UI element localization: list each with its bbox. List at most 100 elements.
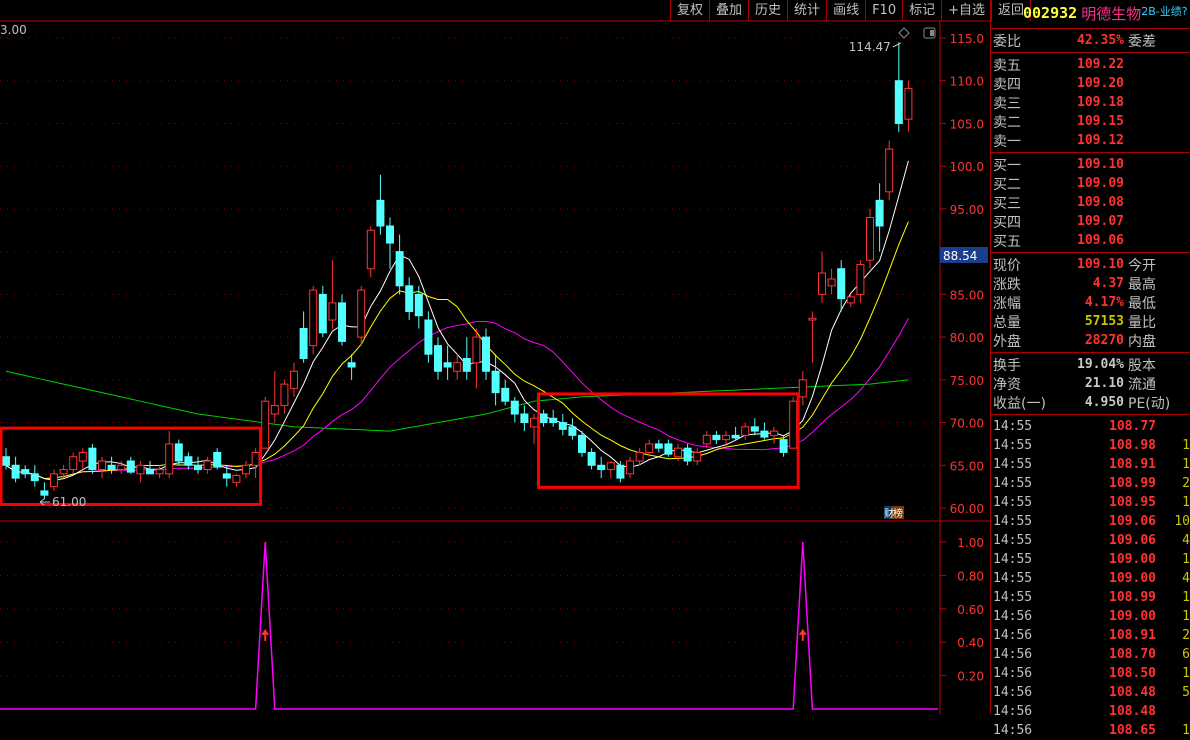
value: 4.950 xyxy=(1084,395,1124,410)
toolbar-button[interactable]: +自选 xyxy=(942,0,993,21)
candle[interactable] xyxy=(664,439,673,457)
candle[interactable] xyxy=(808,311,817,363)
candle[interactable] xyxy=(846,294,855,308)
candle[interactable] xyxy=(376,174,385,235)
candle[interactable] xyxy=(290,362,298,397)
candle[interactable] xyxy=(606,461,615,479)
candle[interactable] xyxy=(453,354,462,380)
candle[interactable] xyxy=(386,217,394,269)
candle[interactable] xyxy=(50,469,58,491)
candle[interactable] xyxy=(510,396,519,423)
toolbar-button[interactable]: F10 xyxy=(866,0,904,21)
candle[interactable] xyxy=(520,405,529,432)
candle[interactable] xyxy=(578,431,586,457)
candle[interactable] xyxy=(318,285,327,338)
candle[interactable] xyxy=(856,260,865,303)
toolbar-button[interactable]: 历史 xyxy=(749,0,789,21)
candle[interactable] xyxy=(405,277,414,320)
candle[interactable] xyxy=(184,452,193,470)
indicator-axis-label: 0.60 xyxy=(957,603,984,617)
candle[interactable] xyxy=(309,285,318,355)
toolbar-button[interactable]: 标记 xyxy=(903,0,943,21)
candle[interactable] xyxy=(40,482,49,500)
candle[interactable] xyxy=(155,465,164,479)
toolbar-button[interactable]: 叠加 xyxy=(710,0,750,21)
candle[interactable] xyxy=(626,456,634,479)
candle[interactable] xyxy=(136,461,145,483)
candle[interactable] xyxy=(530,414,538,444)
candle[interactable] xyxy=(866,208,874,269)
candle[interactable] xyxy=(482,328,490,380)
candle[interactable] xyxy=(789,396,798,449)
candle[interactable] xyxy=(251,448,260,479)
candle[interactable] xyxy=(261,396,270,449)
candle[interactable] xyxy=(69,452,78,474)
candle[interactable] xyxy=(242,461,250,479)
candle[interactable] xyxy=(30,465,39,487)
toolbar-button[interactable]: 统计 xyxy=(788,0,828,21)
candle[interactable] xyxy=(299,311,308,363)
candle[interactable] xyxy=(338,294,346,346)
candle[interactable] xyxy=(597,456,606,479)
candle[interactable] xyxy=(88,443,97,474)
candle[interactable] xyxy=(126,456,135,474)
candle[interactable] xyxy=(270,371,279,423)
candle[interactable] xyxy=(760,422,769,440)
candle[interactable] xyxy=(443,345,452,380)
candle[interactable] xyxy=(693,448,702,466)
candle[interactable] xyxy=(107,456,116,474)
candle[interactable] xyxy=(558,414,567,436)
candle[interactable] xyxy=(827,268,836,295)
candle[interactable] xyxy=(98,456,106,479)
candle[interactable] xyxy=(491,354,500,406)
candle[interactable] xyxy=(203,456,212,474)
diamond-icon[interactable] xyxy=(898,27,910,39)
candle[interactable] xyxy=(798,371,807,406)
candle[interactable] xyxy=(616,461,625,483)
candle[interactable] xyxy=(146,461,154,475)
candle[interactable] xyxy=(395,234,404,295)
rank-badge[interactable]: 榜 xyxy=(893,507,903,520)
candle[interactable] xyxy=(366,226,375,278)
candle[interactable] xyxy=(434,337,442,380)
candle[interactable] xyxy=(683,443,692,466)
candle[interactable] xyxy=(587,448,596,470)
toolbar-button[interactable]: 画线 xyxy=(827,0,867,21)
candle[interactable] xyxy=(165,431,174,479)
candle[interactable] xyxy=(174,439,183,466)
candle[interactable] xyxy=(357,285,366,346)
candle[interactable] xyxy=(501,379,510,406)
candle[interactable] xyxy=(770,426,778,444)
candle[interactable] xyxy=(78,448,87,470)
candle[interactable] xyxy=(635,448,644,466)
candle[interactable] xyxy=(462,337,471,380)
candle[interactable] xyxy=(904,80,913,132)
candle[interactable] xyxy=(424,311,433,363)
candle[interactable] xyxy=(894,42,903,132)
candle[interactable] xyxy=(194,456,202,474)
candle[interactable] xyxy=(280,379,289,414)
kline-chart[interactable]: 115.0110.0105.0100.095.0090.0085.0080.00… xyxy=(0,0,990,714)
toolbar-button[interactable]: 复权 xyxy=(671,0,711,21)
candle[interactable] xyxy=(568,418,577,440)
candle[interactable] xyxy=(712,431,721,444)
tick-volume: 1 xyxy=(1182,457,1190,472)
candle[interactable] xyxy=(731,426,740,440)
candle[interactable] xyxy=(539,409,548,427)
candle[interactable] xyxy=(722,431,730,444)
candle[interactable] xyxy=(11,456,20,483)
candle[interactable] xyxy=(549,409,558,427)
candle[interactable] xyxy=(232,473,241,487)
candle[interactable] xyxy=(875,183,884,252)
candle[interactable] xyxy=(21,465,30,479)
candle[interactable] xyxy=(654,439,663,453)
candle[interactable] xyxy=(702,431,711,449)
candle[interactable] xyxy=(741,422,750,440)
candle[interactable] xyxy=(837,260,846,312)
candle[interactable] xyxy=(472,328,481,389)
candle[interactable] xyxy=(885,140,894,201)
candle[interactable] xyxy=(818,251,826,303)
candle[interactable] xyxy=(213,448,222,470)
stock-tag[interactable]: 2B-业绩? xyxy=(1141,3,1187,19)
candle[interactable] xyxy=(750,418,759,436)
